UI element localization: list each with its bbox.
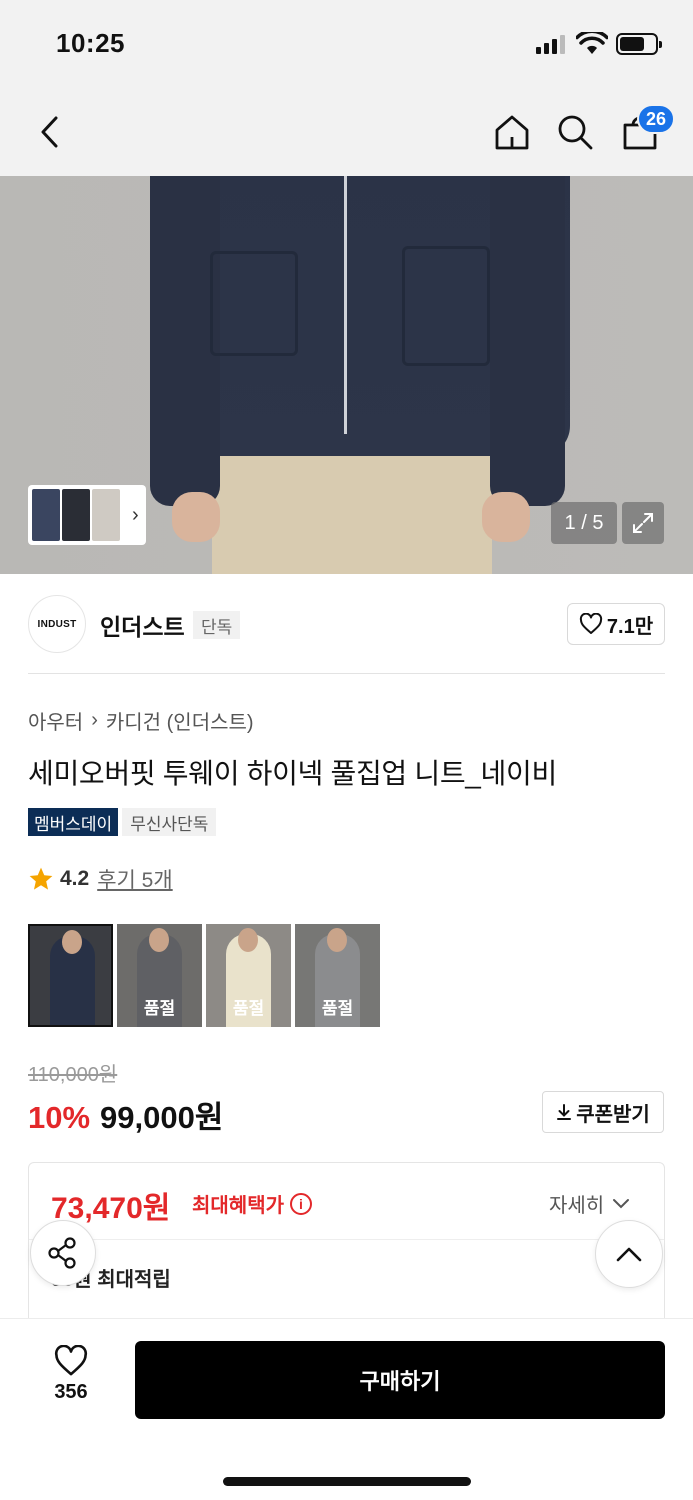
coupon-button[interactable]: 쿠폰받기: [542, 1091, 664, 1133]
like-button[interactable]: 356: [40, 1345, 102, 1404]
benefit-detail-toggle[interactable]: 자세히: [549, 1189, 630, 1218]
exclusive-tag: 단독: [193, 611, 241, 639]
status-bar: 10:25: [0, 0, 693, 88]
heart-icon: [579, 613, 603, 634]
gallery-thumb: [62, 489, 90, 541]
hero-hand-right: [482, 492, 530, 542]
gallery-thumb: [32, 489, 60, 541]
color-option[interactable]: [28, 924, 113, 1027]
search-button[interactable]: [551, 108, 599, 156]
hero-pocket-left: [210, 251, 298, 356]
share-icon: [48, 1237, 76, 1269]
chevron-left-icon: [41, 116, 58, 148]
hero-zipper: [344, 176, 347, 434]
breadcrumb-item[interactable]: 카디건 (인더스트): [106, 706, 254, 735]
wifi-icon: [576, 32, 608, 54]
gallery-thumb: [92, 489, 120, 541]
share-button[interactable]: [30, 1220, 96, 1286]
scroll-top-button[interactable]: [595, 1220, 663, 1288]
hero-hand-left: [172, 492, 220, 542]
color-option[interactable]: 품절: [206, 924, 291, 1027]
max-benefit-label-text: 최대혜택가: [192, 1195, 284, 1217]
soldout-label: 품절: [143, 999, 176, 1018]
brand-logo[interactable]: INDUST: [28, 595, 86, 653]
rating-row: 4.2 후기 5개: [28, 864, 173, 894]
heart-icon: [54, 1345, 88, 1376]
chevron-up-icon: [616, 1247, 642, 1262]
like-count: 356: [54, 1381, 88, 1403]
gallery-page-counter: 1 / 5: [551, 502, 617, 544]
breadcrumb-item[interactable]: 아우터: [28, 706, 83, 735]
home-button[interactable]: [488, 108, 536, 156]
brand-name[interactable]: 인더스트: [100, 608, 185, 642]
option-model-head: [149, 928, 169, 952]
benefit-detail-label: 자세히: [549, 1195, 605, 1217]
home-indicator: [223, 1477, 471, 1486]
breadcrumb: 아우터 › 카디건 (인더스트): [28, 706, 254, 735]
expand-icon: [633, 513, 653, 533]
bottom-action-bar: 356 구매하기: [0, 1318, 693, 1500]
member-day-tag: 멤버스데이: [28, 808, 119, 836]
hero-pocket-right: [402, 246, 490, 366]
product-tags: 멤버스데이 무신사단독: [28, 808, 217, 836]
nav-header: [0, 88, 693, 176]
battery-icon: [616, 33, 662, 55]
color-options: 품절 품절 품절: [28, 924, 380, 1027]
color-option[interactable]: 품절: [117, 924, 202, 1027]
back-button[interactable]: [26, 108, 74, 156]
rating-score: 4.2: [60, 867, 90, 890]
soldout-label: 품절: [321, 999, 354, 1018]
option-model-head: [238, 928, 258, 952]
brand-like-button[interactable]: 7.1만: [567, 603, 665, 645]
buy-button[interactable]: 구매하기: [135, 1341, 665, 1419]
divider: [28, 673, 665, 674]
hero-arm-right: [490, 176, 565, 506]
divider: [29, 1239, 664, 1240]
color-option[interactable]: 품절: [295, 924, 380, 1027]
brand-like-count: 7.1만: [606, 615, 654, 638]
download-icon: [557, 1104, 572, 1120]
chevron-right-icon: ›: [91, 709, 98, 731]
cart-count-badge: 26: [637, 104, 676, 134]
status-time: 10:25: [56, 28, 125, 58]
option-model-head: [327, 928, 347, 952]
home-icon: [495, 115, 529, 150]
hero-pants: [212, 438, 492, 574]
search-icon: [558, 115, 593, 150]
soldout-label: 품절: [232, 999, 265, 1018]
gallery-thumbnail-strip[interactable]: ›: [28, 485, 146, 545]
discount-rate: 10%: [28, 1100, 91, 1135]
original-price: 110,000원: [28, 1064, 118, 1086]
expand-button[interactable]: [622, 502, 664, 544]
sale-price: 99,000원: [100, 1100, 224, 1135]
sale-price-row: 10% 99,000원: [28, 1092, 223, 1137]
product-title: 세미오버핏 투웨이 하이넥 풀집업 니트_네이비: [28, 758, 557, 789]
review-link[interactable]: 후기 5개: [97, 864, 172, 894]
max-benefit-label[interactable]: 최대혜택가 i: [192, 1189, 312, 1218]
star-icon: [29, 867, 53, 890]
info-icon: i: [290, 1192, 312, 1215]
musinsa-exclusive-tag: 무신사단독: [122, 808, 217, 836]
option-model-head: [62, 930, 82, 954]
chevron-down-icon: [613, 1198, 630, 1208]
cellular-signal-icon: [536, 34, 565, 54]
coupon-label: 쿠폰받기: [576, 1103, 650, 1126]
chevron-right-icon: ›: [132, 503, 139, 526]
